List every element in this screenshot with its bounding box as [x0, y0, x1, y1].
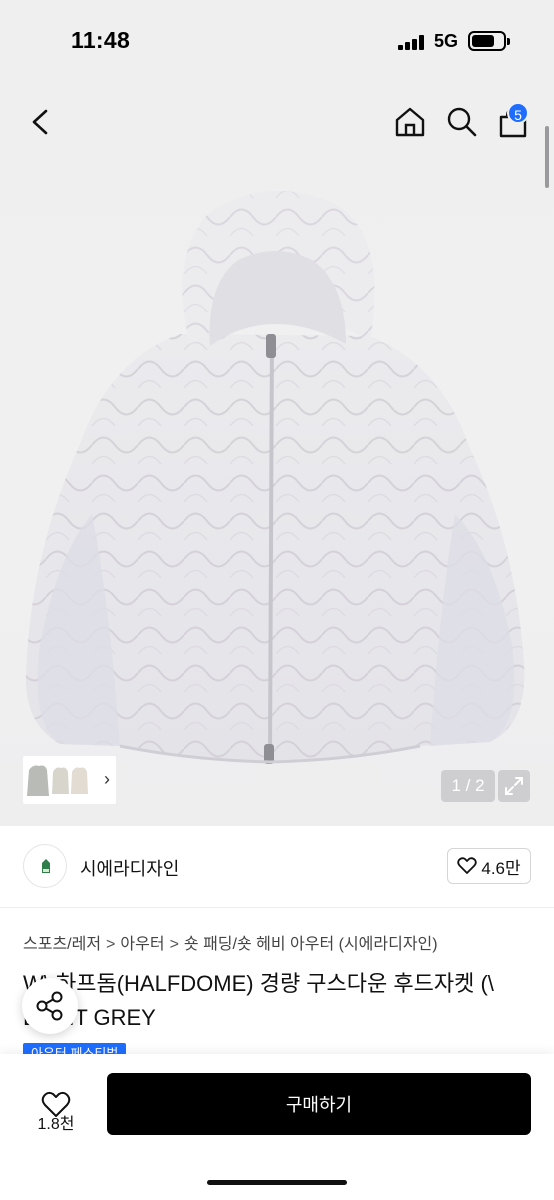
scrollbar[interactable] — [545, 126, 549, 188]
breadcrumb-separator: > — [169, 936, 179, 953]
buy-button[interactable]: 구매하기 — [107, 1073, 531, 1135]
brand-name[interactable]: 시에라디자인 — [80, 855, 179, 881]
brand-logo[interactable] — [23, 844, 67, 888]
share-icon — [36, 991, 63, 1021]
brand-logo-image — [42, 859, 50, 873]
thumbnail-image — [27, 765, 88, 796]
battery-icon — [468, 31, 510, 51]
home-icon — [395, 107, 425, 137]
status-bar: 11:48 5G — [0, 0, 554, 84]
share-button[interactable] — [22, 978, 78, 1034]
breadcrumb-item[interactable]: 스포츠/레저 — [23, 936, 101, 953]
expand-icon — [505, 777, 523, 795]
chevron-left-icon — [32, 109, 48, 135]
brand-like-button[interactable]: 4.6만 — [447, 848, 531, 884]
back-button[interactable] — [22, 104, 58, 140]
product-title: W\ 하프돔(HALFDOME) 경량 구스다운 후드자켓 (\ LIGHT G… — [23, 971, 494, 1030]
cart-badge: 5 — [507, 102, 529, 124]
signal-icon — [398, 35, 424, 50]
wishlist-button[interactable]: 1.8천 — [28, 1076, 84, 1136]
expand-button[interactable] — [498, 770, 530, 802]
home-indicator — [207, 1180, 347, 1185]
breadcrumb-item[interactable]: 숏 패딩/숏 헤비 아우터 (시에라디자인) — [184, 936, 438, 953]
brand-like-count: 4.6만 — [481, 858, 521, 878]
wishlist-count: 1.8천 — [37, 1116, 75, 1133]
image-counter: 1 / 2 — [441, 770, 495, 802]
heart-outline-icon — [457, 857, 478, 874]
breadcrumb: 스포츠/레저 > 아우터 > 숏 패딩/숏 헤비 아우터 (시에라디자인) — [23, 930, 438, 954]
bottom-action-bar: 1.8천 구매하기 — [0, 1054, 554, 1200]
thumbnail-strip[interactable]: › — [23, 756, 116, 804]
breadcrumb-item[interactable]: 아우터 — [120, 936, 164, 953]
product-image-gallery[interactable]: 5 › 1 / 2 — [0, 84, 554, 826]
chevron-right-icon: › — [104, 769, 110, 789]
search-button[interactable] — [442, 102, 482, 142]
home-button[interactable] — [390, 102, 430, 142]
network-label: 5G — [434, 31, 459, 51]
breadcrumb-separator: > — [106, 936, 116, 953]
product-image — [25, 190, 525, 764]
search-icon — [447, 107, 477, 137]
brand-row[interactable]: 시에라디자인 4.6만 — [0, 826, 554, 908]
status-time: 11:48 — [71, 27, 131, 53]
